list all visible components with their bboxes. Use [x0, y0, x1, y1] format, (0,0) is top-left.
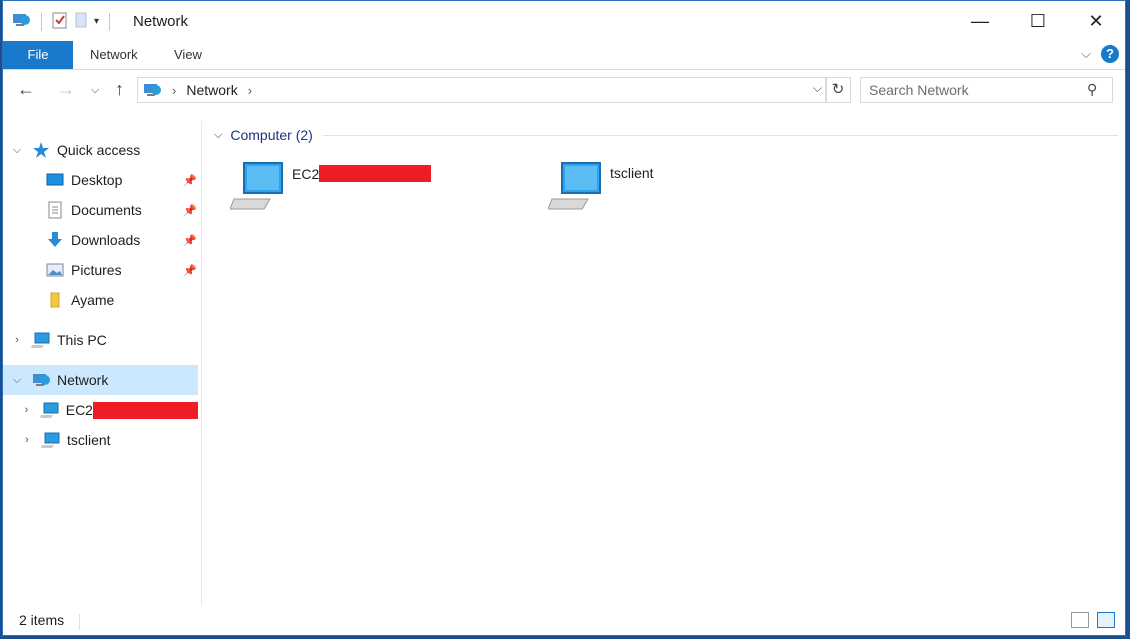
- pin-icon[interactable]: 📌: [183, 264, 197, 277]
- nav-item-network[interactable]: ⌵ Network: [3, 365, 198, 395]
- back-arrow-icon[interactable]: ←: [17, 79, 35, 100]
- ribbon-right-controls: ⌵ ?: [1081, 45, 1119, 63]
- breadcrumb-chevron-icon[interactable]: ›: [248, 83, 252, 98]
- documents-icon: [45, 201, 65, 219]
- computer-icon: [39, 401, 60, 419]
- nav-item-this-pc[interactable]: › This PC: [3, 325, 198, 355]
- breadcrumb-chevron-icon[interactable]: ›: [172, 83, 176, 98]
- ribbon-tabs: File Network View ⌵ ?: [3, 41, 1125, 70]
- nav-item-ayame[interactable]: Ayame: [3, 285, 198, 315]
- pin-icon[interactable]: 📌: [183, 234, 197, 247]
- nav-item-pictures[interactable]: Pictures 📌: [3, 255, 198, 285]
- navigation-pane: ⌵ Quick access Desktop 📌 Documents 📌 Dow…: [3, 121, 202, 606]
- desktop-icon: [45, 171, 65, 189]
- download-arrow-icon: [45, 231, 65, 249]
- customize-toolbar-icon[interactable]: ▾: [94, 16, 99, 27]
- nav-item-label: Desktop: [71, 172, 123, 188]
- status-divider: [79, 614, 80, 630]
- expand-chevron-icon[interactable]: ›: [19, 404, 34, 416]
- explorer-window: ▾ Network — ☐ ✕ File Network View ⌵ ? ← …: [2, 0, 1126, 636]
- address-bar[interactable]: › Network › ⌵: [137, 77, 827, 103]
- folder-icon: [45, 291, 65, 309]
- close-button[interactable]: ✕: [1067, 1, 1125, 41]
- redaction-box: [319, 165, 432, 182]
- forward-arrow-icon[interactable]: →: [57, 79, 75, 100]
- maximize-button[interactable]: ☐: [1009, 1, 1067, 41]
- network-icon: [11, 11, 31, 32]
- expand-chevron-icon[interactable]: ›: [19, 434, 35, 446]
- computer-icon: [547, 161, 604, 216]
- tab-file[interactable]: File: [3, 41, 73, 69]
- group-header-computer[interactable]: ⌵ Computer (2): [214, 127, 1118, 143]
- quick-access-toolbar: ▾: [11, 11, 114, 32]
- collapse-chevron-icon[interactable]: ⌵: [9, 374, 25, 387]
- computer-icon: [41, 431, 61, 449]
- tab-network[interactable]: Network: [90, 41, 138, 69]
- window-title: Network: [133, 13, 189, 30]
- collapse-chevron-icon[interactable]: ⌵: [9, 144, 25, 157]
- new-folder-icon[interactable]: [74, 11, 88, 32]
- nav-item-label: tsclient: [67, 432, 111, 448]
- expand-ribbon-icon[interactable]: ⌵: [1081, 46, 1091, 62]
- breadcrumb-network[interactable]: Network: [186, 82, 237, 98]
- content-area: ⌵ Computer (2) EC2 tsclient: [208, 121, 1118, 606]
- search-input[interactable]: [860, 77, 1113, 103]
- nav-item-ec2[interactable]: › EC2: [3, 395, 198, 425]
- nav-item-downloads[interactable]: Downloads 📌: [3, 225, 198, 255]
- help-button[interactable]: ?: [1101, 45, 1119, 63]
- computer-label: tsclient: [610, 165, 654, 181]
- expand-chevron-icon[interactable]: ›: [9, 334, 25, 346]
- nav-item-quick-access[interactable]: ⌵ Quick access: [3, 135, 198, 165]
- toolbar-separator: [109, 12, 111, 31]
- nav-item-label: Pictures: [71, 262, 122, 278]
- nav-item-tsclient[interactable]: › tsclient: [3, 425, 198, 455]
- computer-label: EC2: [292, 165, 432, 182]
- tab-view[interactable]: View: [174, 41, 202, 69]
- navigation-bar: ← → ⌵ ↑ › Network › ⌵ ↻ ⚲: [3, 73, 1125, 109]
- view-toggle-group: [1071, 612, 1115, 628]
- computer-icon: [229, 161, 286, 216]
- status-bar: 2 items: [3, 608, 1125, 636]
- network-icon: [142, 81, 162, 99]
- computer-tile-tsclient[interactable]: tsclient: [547, 161, 848, 221]
- pin-icon[interactable]: 📌: [183, 174, 197, 187]
- properties-icon[interactable]: [52, 11, 68, 32]
- nav-item-label: Ayame: [71, 292, 115, 308]
- up-arrow-icon[interactable]: ↑: [115, 79, 124, 100]
- nav-item-label: Downloads: [71, 232, 141, 248]
- group-title: Computer (2): [230, 127, 313, 143]
- recent-locations-chevron-icon[interactable]: ⌵: [91, 84, 99, 97]
- pictures-icon: [45, 261, 65, 279]
- details-view-icon[interactable]: [1071, 612, 1089, 628]
- group-divider: [322, 134, 1118, 136]
- nav-item-desktop[interactable]: Desktop 📌: [3, 165, 198, 195]
- star-icon: [31, 141, 51, 159]
- network-icon: [31, 371, 51, 389]
- address-dropdown-icon[interactable]: ⌵: [813, 81, 822, 96]
- title-bar: ▾ Network — ☐ ✕: [3, 1, 1125, 41]
- computer-label-prefix: EC2: [292, 166, 320, 182]
- collapse-chevron-icon[interactable]: ⌵: [214, 129, 222, 142]
- window-controls: — ☐ ✕: [951, 1, 1125, 41]
- large-icons-view-icon[interactable]: [1097, 612, 1115, 628]
- computer-icon: [31, 331, 51, 349]
- nav-item-label: Network: [57, 372, 109, 388]
- nav-item-label: Quick access: [57, 142, 141, 158]
- toolbar-separator: [41, 12, 42, 31]
- pin-icon[interactable]: 📌: [183, 204, 197, 217]
- item-count: 2 items: [19, 612, 65, 628]
- redaction-box: [92, 401, 198, 419]
- refresh-icon[interactable]: ↻: [825, 77, 851, 103]
- search-icon[interactable]: ⚲: [1087, 81, 1097, 98]
- nav-item-label: This PC: [57, 332, 107, 348]
- minimize-button[interactable]: —: [951, 1, 1009, 41]
- nav-item-label: EC2: [65, 402, 93, 418]
- nav-item-documents[interactable]: Documents 📌: [3, 195, 198, 225]
- computer-tile-ec2[interactable]: EC2: [229, 161, 530, 221]
- nav-item-label: Documents: [71, 202, 142, 218]
